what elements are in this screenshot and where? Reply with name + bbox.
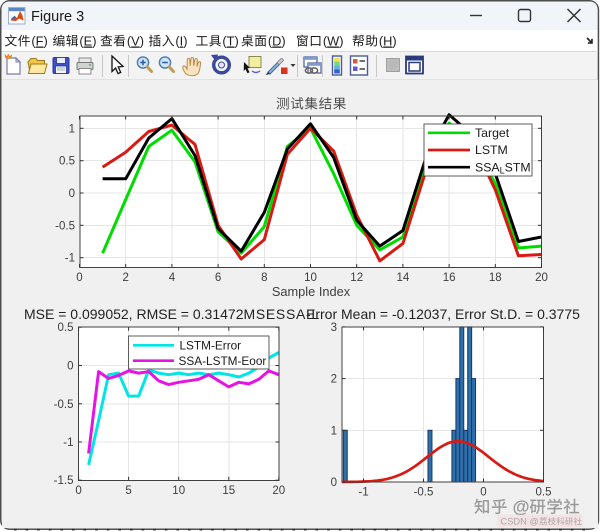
svg-text:(T): (T) xyxy=(222,34,238,49)
svg-text:-1: -1 xyxy=(358,487,368,499)
svg-text:@: @ xyxy=(513,497,530,517)
svg-text:-1: -1 xyxy=(65,253,75,265)
svg-text:Figure 3: Figure 3 xyxy=(31,9,84,25)
svg-text:0.5: 0.5 xyxy=(536,487,552,499)
svg-text:12: 12 xyxy=(350,272,363,284)
svg-text:-0.5: -0.5 xyxy=(55,220,75,232)
svg-text:16: 16 xyxy=(443,272,456,284)
svg-text:10: 10 xyxy=(172,485,185,497)
svg-text:(W): (W) xyxy=(323,34,344,49)
svg-text:SSA-LSTM-Eoor: SSA-LSTM-Eoor xyxy=(179,354,267,368)
svg-text:4: 4 xyxy=(169,272,176,284)
svg-text:0.5: 0.5 xyxy=(58,322,74,334)
svg-text:1: 1 xyxy=(69,123,75,135)
svg-text:Error Mean = -0.12037, Error S: Error Mean = -0.12037, Error St.D. = 0.3… xyxy=(306,306,580,322)
svg-text:3: 3 xyxy=(331,322,337,334)
svg-text:15: 15 xyxy=(222,485,235,497)
svg-text:10: 10 xyxy=(304,272,317,284)
svg-text:20: 20 xyxy=(272,485,285,497)
svg-text:5: 5 xyxy=(125,485,131,497)
svg-text:1: 1 xyxy=(331,425,337,437)
svg-text:0: 0 xyxy=(75,485,81,497)
svg-text:0: 0 xyxy=(67,361,73,373)
svg-text:0: 0 xyxy=(331,477,337,489)
svg-text:20: 20 xyxy=(535,272,548,284)
svg-text:-1.5: -1.5 xyxy=(54,475,74,487)
svg-text:0: 0 xyxy=(69,188,75,200)
svg-text:8: 8 xyxy=(261,272,267,284)
svg-text:(D): (D) xyxy=(268,34,286,49)
svg-text:Target: Target xyxy=(475,126,510,140)
svg-text:(F): (F) xyxy=(31,34,47,49)
svg-text:Sample Index: Sample Index xyxy=(272,284,351,299)
svg-text:2: 2 xyxy=(331,374,337,386)
svg-text:MSE = 0.099052, RMSE = 0.31472: MSE = 0.099052, RMSE = 0.31472MSESSA-L xyxy=(24,306,320,322)
svg-text:0: 0 xyxy=(480,487,486,499)
svg-text:6: 6 xyxy=(215,272,221,284)
svg-text:CSDN @: CSDN @ xyxy=(501,517,539,527)
svg-text:18: 18 xyxy=(489,272,502,284)
svg-text:2: 2 xyxy=(122,272,128,284)
svg-text:LSTM-Error: LSTM-Error xyxy=(180,339,242,353)
svg-text:LSTM: LSTM xyxy=(475,143,508,157)
svg-text:14: 14 xyxy=(397,272,410,284)
svg-text:(E): (E) xyxy=(79,34,96,49)
svg-text:-0.5: -0.5 xyxy=(414,487,434,499)
svg-text:0: 0 xyxy=(76,272,82,284)
svg-text:(H): (H) xyxy=(379,34,397,49)
svg-text:(V): (V) xyxy=(127,34,144,49)
svg-text:-0.5: -0.5 xyxy=(54,399,74,411)
svg-text:(I): (I) xyxy=(175,34,187,49)
svg-text:0.5: 0.5 xyxy=(59,156,75,168)
svg-text:-1: -1 xyxy=(63,437,73,449)
